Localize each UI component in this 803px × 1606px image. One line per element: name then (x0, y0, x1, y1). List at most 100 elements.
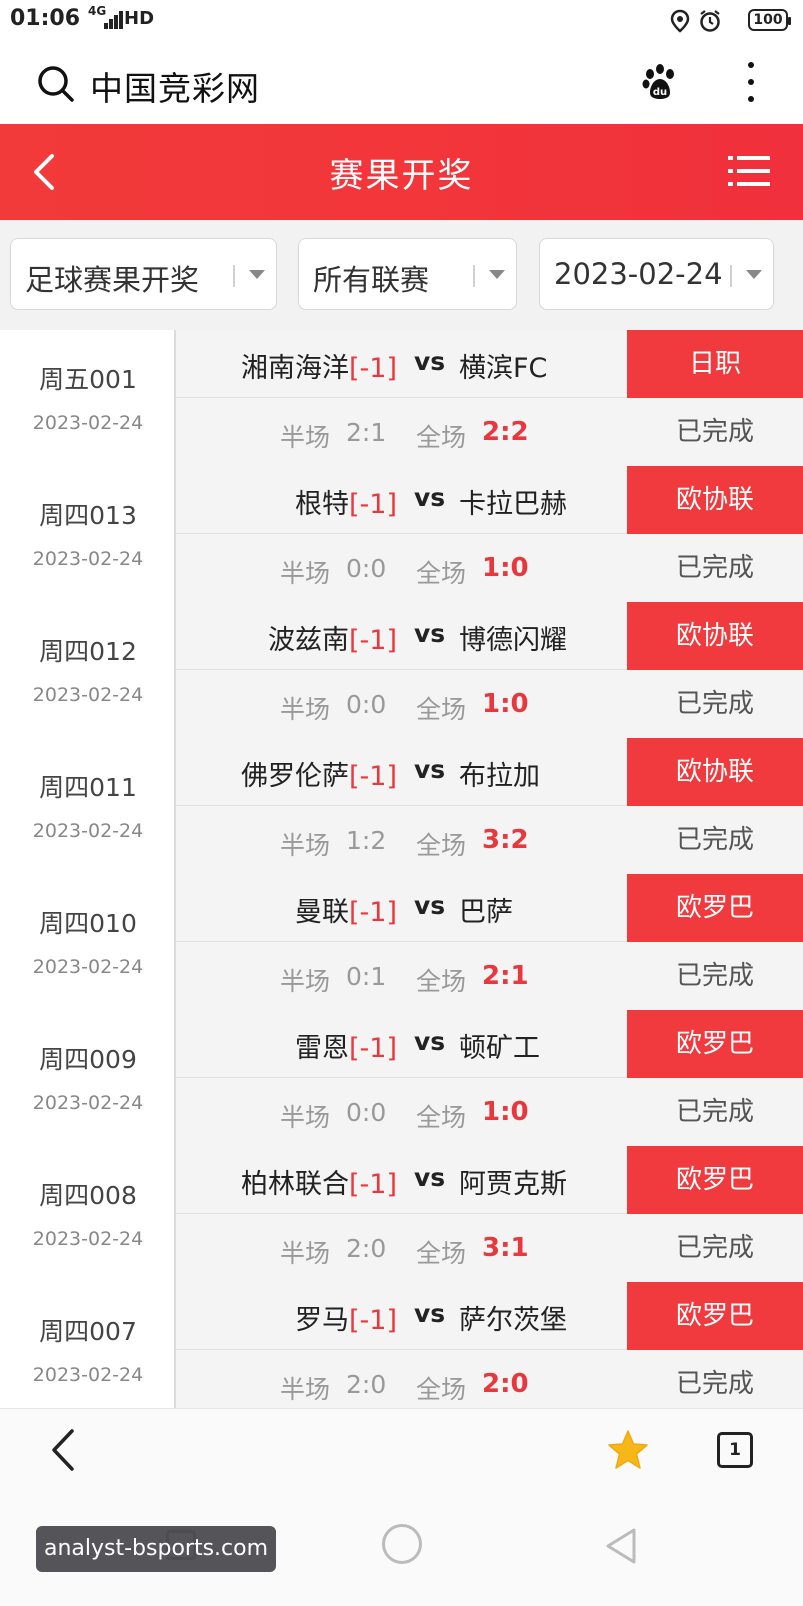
match-row[interactable]: 周四010 2023-02-24 曼联[-1] vs 巴萨 半场 0:1 全场 … (0, 874, 803, 1012)
away-team: 萨尔茨堡 (459, 1305, 567, 1336)
battery-icon: 100 (748, 9, 791, 31)
sport-filter[interactable]: 足球赛果开奖 (10, 238, 277, 310)
filter-label: 2023-02-24 (554, 257, 723, 291)
match-code: 周四007 (39, 1317, 137, 1346)
handicap: [-1] (349, 1033, 397, 1064)
vs-label: vs (414, 1163, 446, 1192)
full-label: 全场 (416, 1103, 467, 1132)
home-button[interactable] (382, 1524, 422, 1564)
half-score: 0:0 (346, 1098, 387, 1127)
handicap: [-1] (349, 1169, 397, 1200)
half-label: 半场 (280, 831, 331, 860)
full-label: 全场 (416, 831, 467, 860)
away-team: 顿矿工 (459, 1033, 540, 1064)
home-team: 佛罗伦萨[-1] (241, 761, 397, 792)
home-team: 波兹南[-1] (268, 625, 397, 656)
handicap: [-1] (349, 489, 397, 520)
status-tag: 已完成 (627, 1214, 803, 1282)
match-date: 2023-02-24 (32, 820, 144, 842)
vs-label: vs (414, 891, 446, 920)
league-tag: 欧罗巴 (627, 1146, 803, 1214)
match-info: 周四007 2023-02-24 (0, 1282, 176, 1408)
half-label: 半场 (280, 695, 331, 724)
browser-bar: 中国竞彩网 du (0, 42, 803, 124)
vs-label: vs (414, 483, 446, 512)
handicap: [-1] (349, 761, 397, 792)
date-filter[interactable]: 2023-02-24 (539, 238, 774, 310)
tabs-icon[interactable]: 1 (717, 1432, 753, 1468)
status-tag: 已完成 (627, 1078, 803, 1146)
league-tag: 日职 (627, 330, 803, 398)
match-info: 周四011 2023-02-24 (0, 738, 176, 874)
match-code: 周四013 (39, 501, 137, 530)
match-row[interactable]: 周四013 2023-02-24 根特[-1] vs 卡拉巴赫 半场 0:0 全… (0, 466, 803, 604)
vs-label: vs (414, 1027, 446, 1056)
home-team: 湘南海洋[-1] (241, 353, 397, 384)
alarm-icon (700, 10, 720, 32)
half-score: 1:2 (346, 826, 387, 855)
match-row[interactable]: 周四007 2023-02-24 罗马[-1] vs 萨尔茨堡 半场 2:0 全… (0, 1282, 803, 1408)
match-row[interactable]: 周四008 2023-02-24 柏林联合[-1] vs 阿贾克斯 半场 2:0… (0, 1146, 803, 1284)
handicap: [-1] (349, 625, 397, 656)
status-bar: 01:06 4G HD 100 (0, 0, 803, 42)
search-icon[interactable] (36, 64, 76, 104)
half-label: 半场 (280, 1239, 331, 1268)
league-tag: 欧罗巴 (627, 1282, 803, 1350)
status-tag: 已完成 (627, 942, 803, 1010)
score-line: 半场 1:2 全场 3:2 (176, 806, 627, 874)
browser-bottom-bar: 1 (0, 1408, 803, 1491)
star-icon[interactable] (607, 1429, 649, 1471)
status-time: 01:06 (10, 6, 81, 31)
browser-back-icon[interactable] (48, 1427, 78, 1473)
match-code: 周四012 (39, 637, 137, 666)
full-label: 全场 (416, 1239, 467, 1268)
match-date: 2023-02-24 (32, 1228, 144, 1250)
full-score: 2:0 (482, 1369, 529, 1399)
full-label: 全场 (416, 423, 467, 452)
league-tag: 欧协联 (627, 602, 803, 670)
status-tag: 已完成 (627, 534, 803, 602)
system-back-button[interactable] (604, 1526, 638, 1566)
match-row[interactable]: 周四009 2023-02-24 雷恩[-1] vs 顿矿工 半场 0:0 全场… (0, 1010, 803, 1148)
full-label: 全场 (416, 559, 467, 588)
home-team: 曼联[-1] (295, 897, 397, 928)
svg-text:du: du (653, 87, 667, 98)
match-info: 周四008 2023-02-24 (0, 1146, 176, 1282)
system-nav-bar: analyst-bsports.com (0, 1490, 803, 1606)
away-team: 阿贾克斯 (459, 1169, 567, 1200)
location-icon (670, 9, 690, 33)
site-name[interactable]: 中国竞彩网 (90, 62, 260, 110)
league-filter[interactable]: 所有联赛 (298, 238, 517, 310)
league-tag: 欧罗巴 (627, 874, 803, 942)
match-code: 周四010 (39, 909, 137, 938)
half-label: 半场 (280, 1103, 331, 1132)
paw-icon[interactable]: du (640, 62, 680, 102)
vs-label: vs (414, 755, 446, 784)
more-icon[interactable] (745, 60, 757, 104)
match-row[interactable]: 周五001 2023-02-24 湘南海洋[-1] vs 横滨FC 半场 2:1… (0, 330, 803, 468)
match-row[interactable]: 周四011 2023-02-24 佛罗伦萨[-1] vs 布拉加 半场 1:2 … (0, 738, 803, 876)
half-label: 半场 (280, 423, 331, 452)
menu-icon[interactable] (728, 152, 770, 190)
away-team: 博德闪耀 (459, 625, 567, 656)
handicap: [-1] (349, 1305, 397, 1336)
vs-label: vs (414, 619, 446, 648)
match-info: 周四012 2023-02-24 (0, 602, 176, 738)
score-line: 半场 2:0 全场 2:0 (176, 1350, 627, 1408)
teams-line: 柏林联合[-1] vs 阿贾克斯 (176, 1146, 627, 1214)
watermark: analyst-bsports.com (36, 1526, 276, 1572)
teams-line: 湘南海洋[-1] vs 横滨FC (176, 330, 627, 398)
half-score: 0:0 (346, 554, 387, 583)
status-tag: 已完成 (627, 1350, 803, 1408)
match-info: 周四010 2023-02-24 (0, 874, 176, 1010)
away-team: 卡拉巴赫 (459, 489, 567, 520)
half-score: 0:0 (346, 690, 387, 719)
filter-separator (730, 265, 732, 287)
match-info: 周五001 2023-02-24 (0, 330, 176, 466)
home-team: 雷恩[-1] (295, 1033, 397, 1064)
away-team: 布拉加 (459, 761, 540, 792)
match-code: 周四009 (39, 1045, 137, 1074)
score-line: 半场 2:1 全场 2:2 (176, 398, 627, 466)
match-info: 周四009 2023-02-24 (0, 1010, 176, 1146)
match-row[interactable]: 周四012 2023-02-24 波兹南[-1] vs 博德闪耀 半场 0:0 … (0, 602, 803, 740)
